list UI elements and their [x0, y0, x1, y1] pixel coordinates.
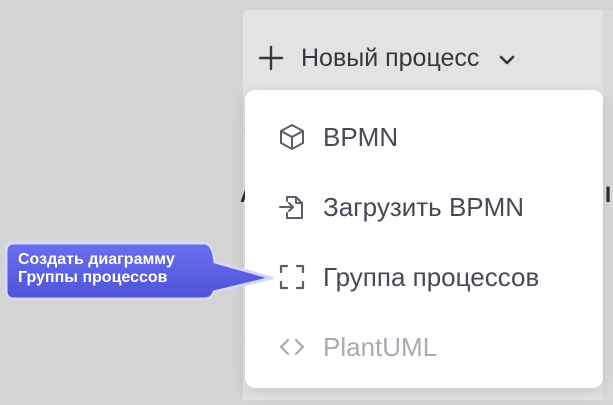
file-import-icon — [277, 192, 307, 222]
callout-text: Создать диаграмму Группы процессов — [18, 251, 175, 287]
menu-item-label: Группа процессов — [323, 261, 540, 292]
code-icon — [277, 332, 307, 362]
cube-icon — [277, 122, 307, 152]
menu-item-upload-bpmn[interactable]: Загрузить BPMN — [245, 176, 603, 238]
menu-item-label: BPMN — [323, 121, 399, 152]
background-glyph: I — [605, 182, 612, 207]
menu-item-label: PlantUML — [323, 331, 438, 362]
menu-item-process-group[interactable]: Группа процессов — [245, 246, 603, 308]
menu-item-bpmn[interactable]: BPMN — [245, 106, 603, 168]
callout-line-2: Группы процессов — [18, 269, 168, 286]
menu-item-plantuml: PlantUML — [245, 316, 603, 378]
frame-corners-icon — [277, 262, 307, 292]
new-process-button[interactable]: Новый процесс — [243, 30, 573, 86]
chevron-down-icon[interactable] — [497, 48, 517, 68]
callout-line-1: Создать диаграмму — [18, 251, 175, 268]
new-process-label: Новый процесс — [301, 43, 480, 72]
plus-icon — [257, 44, 285, 72]
new-process-dropdown-menu: BPMN Загрузить BPMN Группа процессов Pla… — [245, 90, 603, 388]
menu-item-label: Загрузить BPMN — [323, 191, 525, 222]
